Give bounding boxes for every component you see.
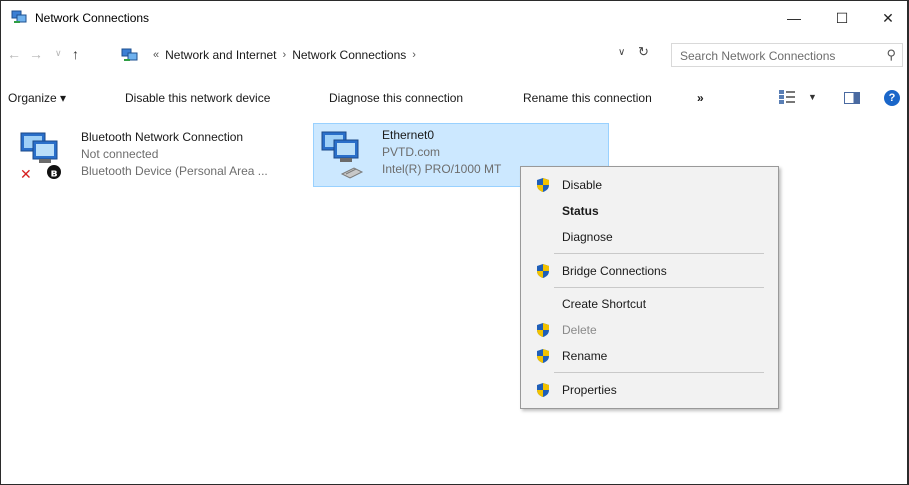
connection-domain: PVTD.com [382,145,441,159]
rename-connection-button[interactable]: Rename this connection [523,91,652,105]
navigation-bar: ← → ∨ ↑ « Network and Internet › Network… [1,41,907,69]
ethernet-network-icon [321,131,364,179]
menu-item-label: Diagnose [562,230,613,244]
connection-device: Intel(R) PRO/1000 MT [382,162,502,176]
network-connections-window: Network Connections — ☐ ✕ ← → ∨ ↑ « Netw… [0,0,909,485]
menu-item-label: Disable [562,178,603,192]
organize-button[interactable]: Organize ▾ [8,91,66,105]
search-icon[interactable]: ⚲ [886,47,896,63]
network-folder-icon [121,48,138,61]
svg-text:✕: ✕ [20,167,32,181]
disable-device-button[interactable]: Disable this network device [125,91,270,105]
network-connections-app-icon [11,10,27,23]
breadcrumb-network-connections[interactable]: Network Connections [292,48,406,62]
menu-separator [554,287,764,288]
connection-device: Bluetooth Device (Personal Area ... [81,164,268,178]
back-arrow-icon[interactable]: ← [7,46,21,62]
menu-item-rename[interactable]: Rename [521,344,778,368]
context-menu: Disable Status Diagnose Bridge Connectio… [520,166,779,409]
breadcrumb-separator-icon[interactable]: › [283,49,287,61]
help-icon[interactable]: ? [884,90,900,106]
address-dropdown-icon[interactable]: ∨ [618,47,625,58]
menu-item-diagnose[interactable]: Diagnose [521,225,778,249]
menu-item-label: Create Shortcut [562,297,647,311]
menu-item-delete: Delete [521,318,778,342]
menu-item-label: Rename [562,349,608,363]
menu-separator [554,372,764,373]
recent-locations-chevron-icon[interactable]: ∨ [55,48,62,59]
window-title: Network Connections [35,11,150,25]
breadcrumb-overflow-icon[interactable]: « [153,49,159,61]
connection-name: Bluetooth Network Connection [81,130,244,144]
forward-arrow-icon[interactable]: → [29,46,43,62]
uac-shield-icon [537,383,549,397]
view-options-dropdown-icon[interactable]: ▼ [808,92,817,102]
more-commands-button[interactable]: » [697,91,704,105]
uac-shield-icon [537,323,549,337]
minimize-button[interactable]: — [771,1,817,35]
bluetooth-network-icon: ✕ ʙ [20,132,61,181]
breadcrumb-network-and-internet[interactable]: Network and Internet [165,48,276,62]
menu-item-label: Status [562,204,599,218]
maximize-button[interactable]: ☐ [819,1,865,35]
menu-item-label: Bridge Connections [562,264,667,278]
breadcrumb-separator-icon[interactable]: › [412,49,416,61]
menu-item-label: Properties [562,383,617,397]
connection-item-bluetooth[interactable]: ✕ ʙ Bluetooth Network Connection Not con… [13,125,303,187]
refresh-icon[interactable]: ↻ [638,44,649,60]
title-bar: Network Connections — ☐ ✕ [1,1,907,35]
uac-shield-icon [537,264,549,278]
change-view-icon[interactable] [779,90,795,104]
connection-name: Ethernet0 [382,128,435,142]
search-input[interactable]: Search Network Connections [680,49,835,63]
menu-separator [554,253,764,254]
preview-pane-icon[interactable] [844,92,860,104]
uac-shield-icon [537,349,549,363]
close-button[interactable]: ✕ [865,1,909,35]
menu-item-label: Delete [562,323,597,337]
connection-status: Not connected [81,147,159,161]
up-arrow-icon[interactable]: ↑ [72,46,79,62]
diagnose-connection-button[interactable]: Diagnose this connection [329,91,463,105]
uac-shield-icon [537,178,549,192]
command-bar: Organize ▾ Disable this network device D… [1,83,907,113]
menu-item-create-shortcut[interactable]: Create Shortcut [521,292,778,316]
menu-item-disable[interactable]: Disable [521,173,778,197]
menu-item-status[interactable]: Status [521,199,778,223]
svg-text:ʙ: ʙ [51,167,58,180]
search-box[interactable]: Search Network Connections ⚲ [671,43,903,67]
menu-item-properties[interactable]: Properties [521,378,778,402]
menu-item-bridge-connections[interactable]: Bridge Connections [521,259,778,283]
address-bar[interactable]: « Network and Internet › Network Connect… [121,43,663,67]
